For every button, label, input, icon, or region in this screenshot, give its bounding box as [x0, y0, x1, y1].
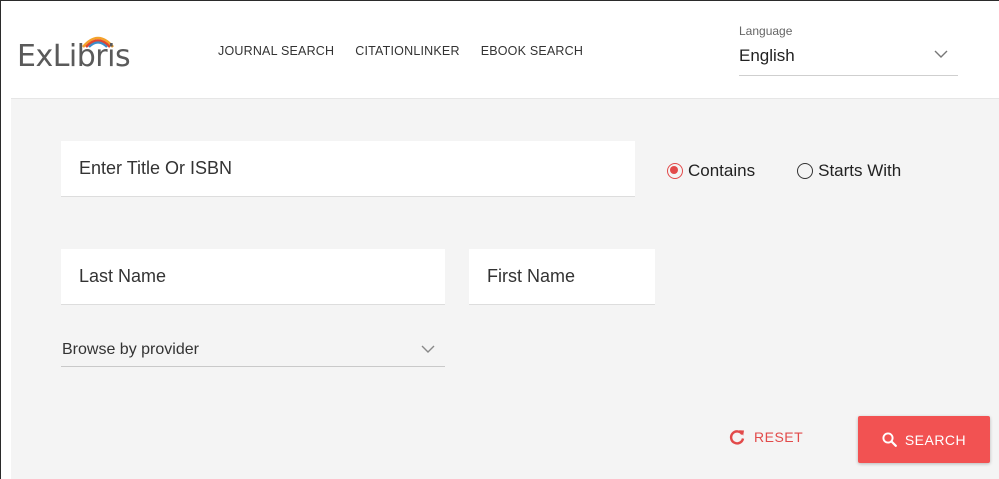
- reset-button[interactable]: RESET: [729, 429, 803, 445]
- search-icon: [882, 432, 897, 447]
- last-name-field[interactable]: [61, 249, 445, 305]
- nav-citationlinker[interactable]: CITATIONLINKER: [355, 44, 459, 58]
- radio-unchecked-icon: [797, 163, 814, 179]
- radio-contains-label: Contains: [688, 161, 756, 180]
- first-name-field[interactable]: [469, 249, 655, 305]
- radio-contains[interactable]: Contains: [667, 161, 755, 181]
- radio-checked-icon: [667, 163, 683, 179]
- app-window: ExLibris JOURNAL SEARCH CITATIONLINKER E…: [0, 0, 999, 479]
- title-isbn-field[interactable]: [61, 141, 635, 197]
- refresh-icon: [729, 430, 745, 445]
- nav-journal-search[interactable]: JOURNAL SEARCH: [218, 44, 334, 58]
- search-panel: Contains Starts With Browse by provider: [11, 98, 999, 479]
- radio-starts-with-label: Starts With: [818, 161, 902, 180]
- nav-ebook-search[interactable]: EBOOK SEARCH: [481, 44, 583, 58]
- header: ExLibris JOURNAL SEARCH CITATIONLINKER E…: [11, 9, 999, 97]
- language-select[interactable]: Language English: [739, 24, 958, 76]
- reset-label: RESET: [754, 429, 804, 445]
- chevron-down-icon: [934, 50, 948, 58]
- language-value: English: [739, 46, 795, 65]
- browse-provider-select[interactable]: Browse by provider: [61, 335, 445, 367]
- first-name-input[interactable]: [469, 249, 655, 304]
- browse-provider-label: Browse by provider: [62, 341, 199, 358]
- chevron-down-icon: [421, 345, 435, 353]
- radio-starts-with[interactable]: Starts With: [797, 161, 901, 181]
- top-nav: JOURNAL SEARCH CITATIONLINKER EBOOK SEAR…: [218, 44, 583, 58]
- search-button[interactable]: SEARCH: [858, 416, 990, 463]
- language-label: Language: [739, 24, 793, 38]
- last-name-input[interactable]: [61, 249, 445, 304]
- search-label: SEARCH: [904, 431, 967, 448]
- match-type-radio-group: Contains Starts With: [667, 161, 901, 181]
- logo-text: ExLibris: [17, 39, 131, 74]
- title-isbn-input[interactable]: [61, 141, 635, 196]
